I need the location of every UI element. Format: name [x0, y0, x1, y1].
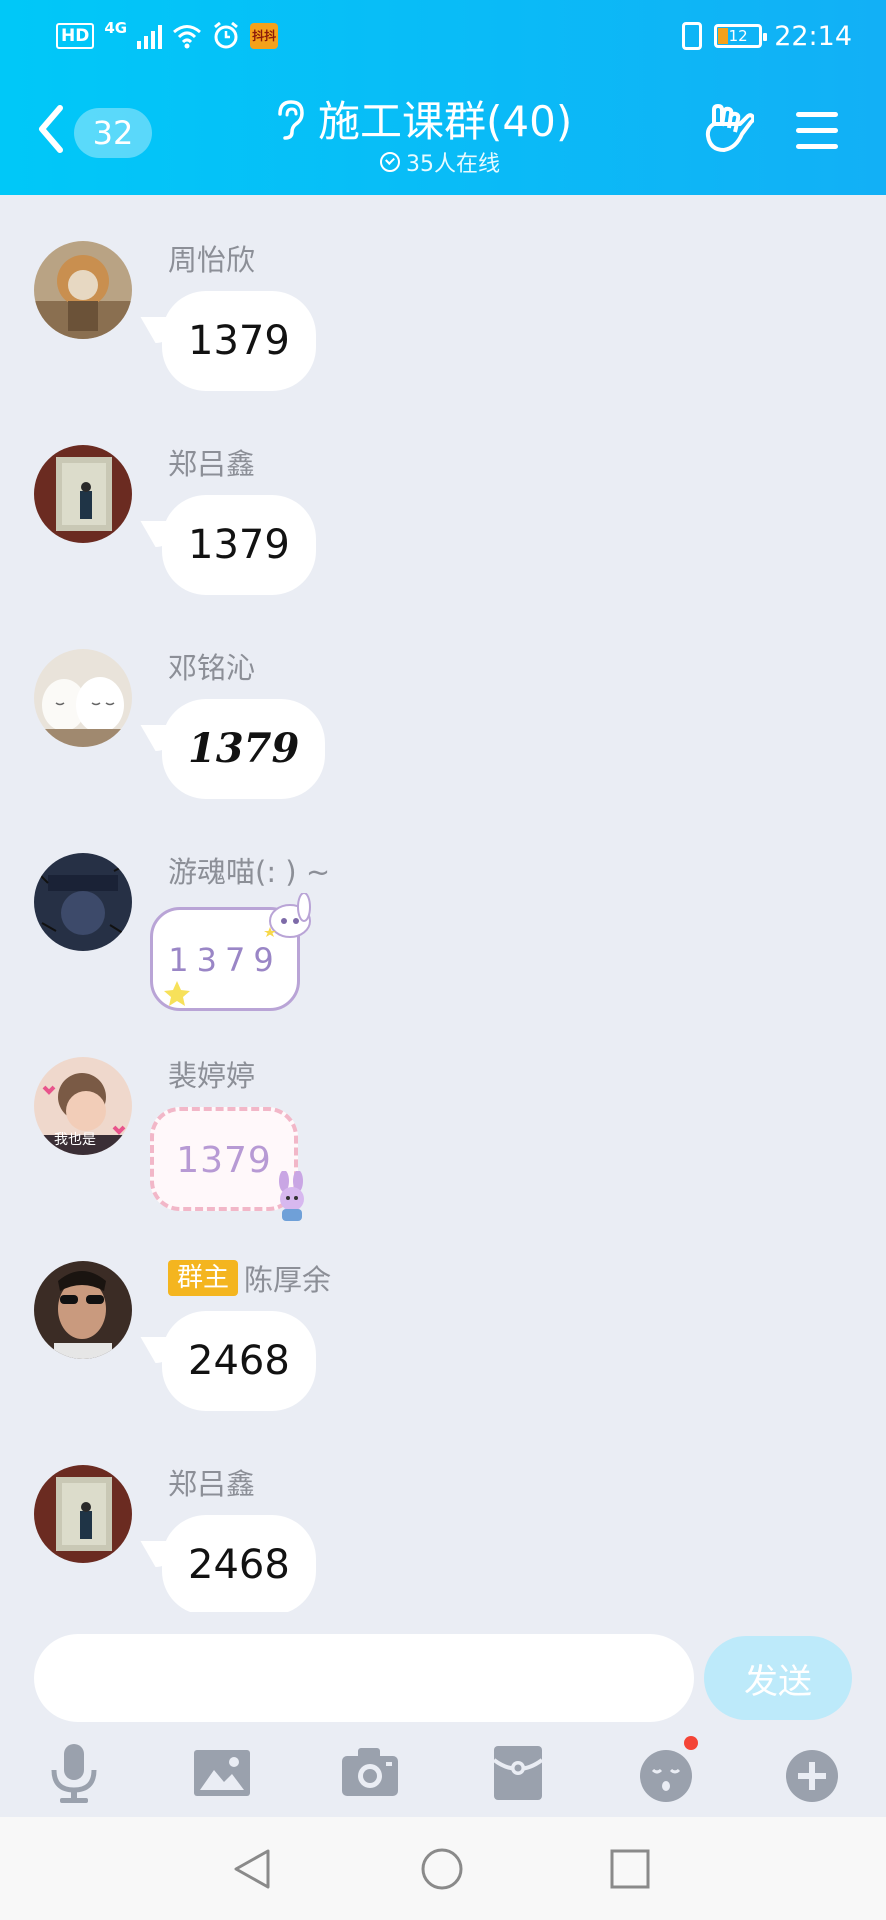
signal-icon [137, 23, 163, 49]
camera-icon[interactable] [340, 1740, 400, 1806]
input-toolbar [0, 1736, 886, 1812]
menu-icon[interactable] [796, 112, 838, 150]
group-owner-badge: 群主 [168, 1260, 239, 1296]
sender-name: 郑吕鑫 [168, 1467, 256, 1501]
sender-name: 游魂喵(: ) ~ [168, 855, 331, 889]
image-icon[interactable] [192, 1740, 252, 1806]
message-item: 群主 陈厚余 2468 [0, 1215, 886, 1419]
bunny-sticker-icon [264, 893, 311, 938]
hand-gesture-icon[interactable] [704, 104, 754, 156]
message-item: 游魂喵(: ) ~ 1379 [0, 807, 886, 1011]
sender-name: 裴婷婷 [168, 1059, 256, 1093]
clock: 22:14 [774, 20, 852, 52]
red-packet-icon[interactable] [488, 1740, 548, 1806]
avatar[interactable] [34, 445, 132, 543]
back-arrow-icon[interactable] [36, 104, 66, 154]
back-triangle-icon[interactable] [230, 1847, 274, 1891]
vibrate-icon [682, 22, 703, 50]
app-notification-icon: 抖抖 [250, 23, 279, 49]
message-bubble[interactable]: 2468 [162, 1311, 316, 1411]
message-bubble[interactable]: 1379 [162, 291, 316, 391]
status-bar: HD 4G 抖抖 12 22:14 [0, 0, 886, 72]
message-list[interactable]: 周怡欣 1379 郑吕鑫 1379 邓铭沁 1379 游魂喵(: ) ~ 137… [0, 195, 886, 1612]
message-bubble[interactable]: 1379 [162, 495, 316, 595]
ear-icon[interactable] [272, 98, 306, 140]
wifi-icon [173, 25, 202, 49]
sender-name: 郑吕鑫 [168, 447, 256, 481]
avatar[interactable]: 我也是 [34, 1057, 132, 1155]
message-item: 郑吕鑫 1379 [0, 399, 886, 603]
sender-name: 周怡欣 [168, 243, 256, 277]
input-area: 发送 [0, 1612, 886, 1817]
avatar[interactable] [34, 649, 132, 747]
battery-level: 12 [728, 27, 748, 45]
system-nav-bar [0, 1817, 886, 1920]
alarm-icon [214, 22, 239, 49]
online-status[interactable]: 35人在线 [380, 146, 500, 178]
send-button[interactable]: 发送 [704, 1636, 852, 1720]
sender-name: 群主 陈厚余 [168, 1257, 331, 1299]
battery-icon: 12 [714, 24, 768, 48]
avatar[interactable] [34, 853, 132, 951]
microphone-icon[interactable] [44, 1740, 104, 1806]
network-type: 4G [104, 19, 128, 37]
unread-count-badge[interactable]: 32 [74, 108, 152, 158]
chat-header: HD 4G 抖抖 12 22:14 32 施工课群(40) 35人在线 [0, 0, 886, 195]
message-bubble[interactable]: 1379 [162, 699, 326, 799]
hd-indicator: HD [56, 23, 95, 49]
notification-dot [684, 1736, 698, 1750]
message-item: 郑吕鑫 2468 [0, 1419, 886, 1612]
home-circle-icon[interactable] [420, 1847, 464, 1891]
message-bubble[interactable]: 2468 [162, 1515, 316, 1612]
avatar[interactable] [34, 241, 132, 339]
plus-icon[interactable] [782, 1740, 842, 1806]
recents-square-icon[interactable] [608, 1847, 652, 1891]
emoji-icon[interactable] [636, 1736, 698, 1806]
online-count: 35人在线 [406, 152, 500, 177]
star-icon [164, 981, 190, 1006]
avatar[interactable] [34, 1465, 132, 1563]
avatar[interactable] [34, 1261, 132, 1359]
message-item: 邓铭沁 1379 [0, 603, 886, 807]
check-circle-icon [380, 152, 400, 172]
message-input[interactable] [34, 1634, 694, 1722]
sender-name: 邓铭沁 [168, 651, 256, 685]
message-item: 我也是 裴婷婷 1379 [0, 1011, 886, 1221]
group-title[interactable]: 施工课群(40) [318, 88, 572, 149]
message-item: 周怡欣 1379 [0, 195, 886, 399]
avatar-caption: 我也是 [54, 1132, 96, 1148]
